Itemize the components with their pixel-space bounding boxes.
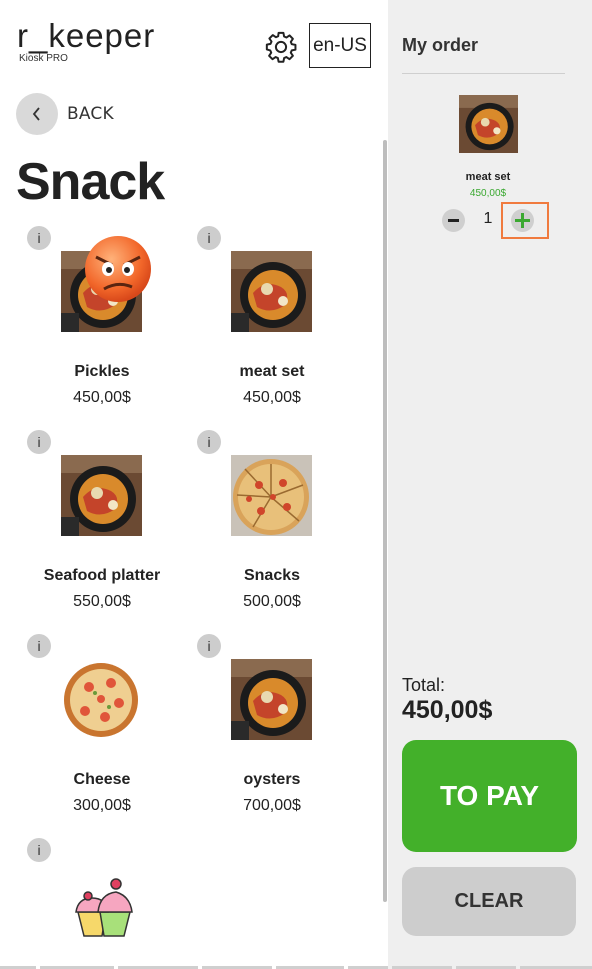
pay-button[interactable]: TO PAY [402, 740, 577, 852]
plus-icon [515, 213, 530, 228]
product-image[interactable] [231, 455, 312, 536]
scrollbar[interactable] [383, 140, 387, 902]
product-card[interactable]: i oysters 700,00$ [186, 634, 356, 834]
product-price: 450,00$ [243, 389, 301, 406]
info-button[interactable]: i [197, 226, 221, 250]
product-card[interactable]: i Seafood platter 550,00$ [16, 430, 186, 630]
language-selector[interactable]: en-US [309, 23, 371, 68]
info-button[interactable]: i [27, 430, 51, 454]
product-name: oysters [243, 771, 301, 788]
product-price: 700,00$ [243, 797, 301, 814]
info-button[interactable]: i [27, 634, 51, 658]
soup-bowl-icon [231, 659, 312, 740]
pizza-whole-icon [64, 663, 138, 737]
product-name: Pickles [74, 363, 130, 380]
product-card[interactable]: i [16, 838, 186, 966]
product-price: 450,00$ [73, 389, 131, 406]
category-title: Snack [16, 153, 165, 211]
minus-icon [448, 219, 459, 222]
order-title: My order [402, 35, 479, 55]
soup-bowl-icon [231, 251, 312, 332]
angry-face-icon [85, 236, 151, 302]
order-divider [402, 73, 565, 74]
increase-quantity-button[interactable] [511, 209, 534, 232]
back-label: BACK [67, 104, 114, 124]
clear-button[interactable]: CLEAR [402, 867, 576, 936]
order-item-price: 450,00$ [469, 188, 507, 199]
brand-logo: r_keeper Kiosk PRO [17, 18, 155, 64]
product-image[interactable] [231, 251, 312, 332]
product-name: Snacks [243, 567, 301, 584]
chevron-left-icon [32, 107, 40, 121]
back-button[interactable]: BACK [16, 93, 114, 135]
back-circle[interactable] [16, 93, 58, 135]
product-card[interactable]: i Snacks 500,00$ [186, 430, 356, 630]
menu-panel: r_keeper Kiosk PRO en-US BACK Snack i Pi… [0, 0, 388, 969]
product-image[interactable] [61, 455, 142, 536]
logo-main-text: r_keeper [17, 17, 156, 54]
product-price: 500,00$ [243, 593, 301, 610]
product-image[interactable] [231, 659, 312, 740]
total-value: 450,00$ [402, 696, 493, 724]
order-panel: My order meat set 450,00$ 1 Total: 450,0… [388, 0, 592, 969]
pizza-slices-icon [231, 455, 312, 536]
decrease-quantity-button[interactable] [442, 209, 465, 232]
logo-sub-text: Kiosk PRO [19, 53, 68, 64]
info-button[interactable]: i [197, 634, 221, 658]
quantity-value: 1 [483, 210, 493, 227]
product-image[interactable] [70, 872, 134, 938]
info-button[interactable]: i [27, 226, 51, 250]
cupcakes-icon [75, 878, 133, 937]
product-card[interactable]: i Cheese 300,00$ [16, 634, 186, 834]
order-item-image [459, 95, 518, 153]
gear-icon[interactable] [264, 30, 298, 64]
info-button[interactable]: i [27, 838, 51, 862]
product-name: Seafood platter [43, 567, 161, 584]
soup-bowl-icon [459, 95, 518, 153]
product-name: meat set [239, 363, 305, 380]
product-price: 550,00$ [73, 593, 131, 610]
info-button[interactable]: i [197, 430, 221, 454]
total-label: Total: [402, 675, 446, 695]
product-name: Cheese [73, 771, 131, 788]
product-card[interactable]: i meat set 450,00$ [186, 226, 356, 426]
soup-bowl-icon [61, 455, 142, 536]
product-image[interactable] [61, 659, 142, 740]
order-item-name: meat set [465, 171, 511, 183]
product-price: 300,00$ [73, 797, 131, 814]
